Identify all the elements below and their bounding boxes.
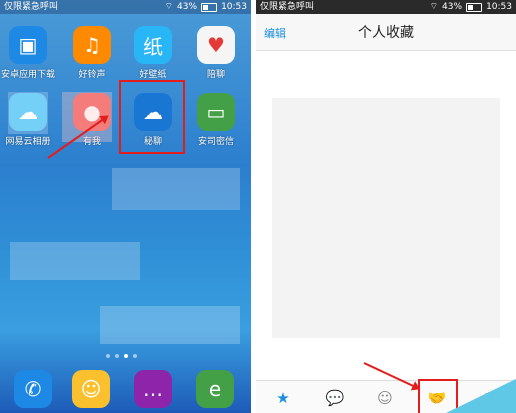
music-note-icon: ♫ [73,26,111,64]
dock-browser[interactable]: e [185,370,245,408]
app-label: 好壁纸 [139,70,167,80]
browser-icon: e [196,370,234,408]
status-bar: 仅限紧急呼叫 ⌔ 43% 10:53 [0,0,251,14]
status-bar: 仅限紧急呼叫 ⌔ 43% 10:53 [256,0,516,14]
app-label: 安卓应用下载 [0,70,55,80]
star-icon[interactable]: ★ [268,385,298,411]
page-dot-active [124,354,128,358]
carrier-text: 仅限紧急呼叫 [260,2,315,12]
dock-phone[interactable]: ✆ [3,370,63,408]
dock-contacts[interactable]: ☺ [61,370,121,408]
wifi-icon: ⌔ [164,2,174,12]
header: 个人收藏 编辑 [256,14,516,51]
edit-button[interactable]: 编辑 [264,25,286,41]
page-title: 个人收藏 [358,25,414,41]
message-icon: ▭ [197,93,235,131]
page-dot [133,354,137,358]
page-indicator [106,354,137,358]
dock-messages[interactable]: … [123,370,183,408]
blur-patch [10,242,140,280]
battery-text: 43% [177,2,198,12]
app-label: 安司密信 [197,137,234,147]
clock-text: 10:53 [221,2,247,12]
battery-icon [466,2,483,12]
page-dot [115,354,119,358]
clock-text: 10:53 [486,2,512,12]
chat-bubble-icon: … [134,370,172,408]
favorites-content [272,98,500,338]
blur-patch [112,168,240,210]
app-ringtone[interactable]: ♫ 好铃声 [62,26,122,80]
app-label: 网易云相册 [5,137,51,147]
heart-icon: ♥ [197,26,235,64]
wifi-icon: ⌔ [429,2,439,12]
blur-patch [8,92,48,134]
dock: ✆ ☺ … e [0,366,251,413]
app-label: 好铃声 [78,70,106,80]
app-secure-message[interactable]: ▭ 安司密信 [186,93,246,147]
corner-decoration [446,379,516,413]
phone-icon: ✆ [14,370,52,408]
wallpaper-icon: 纸 [134,26,172,64]
highlight-box [119,80,185,154]
contacts-icon[interactable]: ☺ [370,385,400,411]
chat-icon[interactable]: 💬 [320,385,350,411]
home-screen: 仅限紧急呼叫 ⌔ 43% 10:53 ▣ 安卓应用下载 ♫ 好铃声 纸 好壁纸 … [0,0,251,413]
app-appstore[interactable]: ▣ 安卓应用下载 [0,26,58,80]
carrier-text: 仅限紧急呼叫 [4,2,59,12]
contacts-icon: ☺ [72,370,110,408]
app-wallpaper[interactable]: 纸 好壁纸 [123,26,183,80]
page-dot [106,354,110,358]
shopping-bag-icon: ▣ [9,26,47,64]
app-label: 陪聊 [206,70,225,80]
battery-text: 43% [442,2,463,12]
blur-patch [100,306,240,344]
favorites-screen: 仅限紧急呼叫 ⌔ 43% 10:53 个人收藏 编辑 ★ 💬 ☺ 🤝 ⚙ [256,0,516,413]
battery-icon [201,2,218,12]
app-peiliao[interactable]: ♥ 陪聊 [186,26,246,80]
